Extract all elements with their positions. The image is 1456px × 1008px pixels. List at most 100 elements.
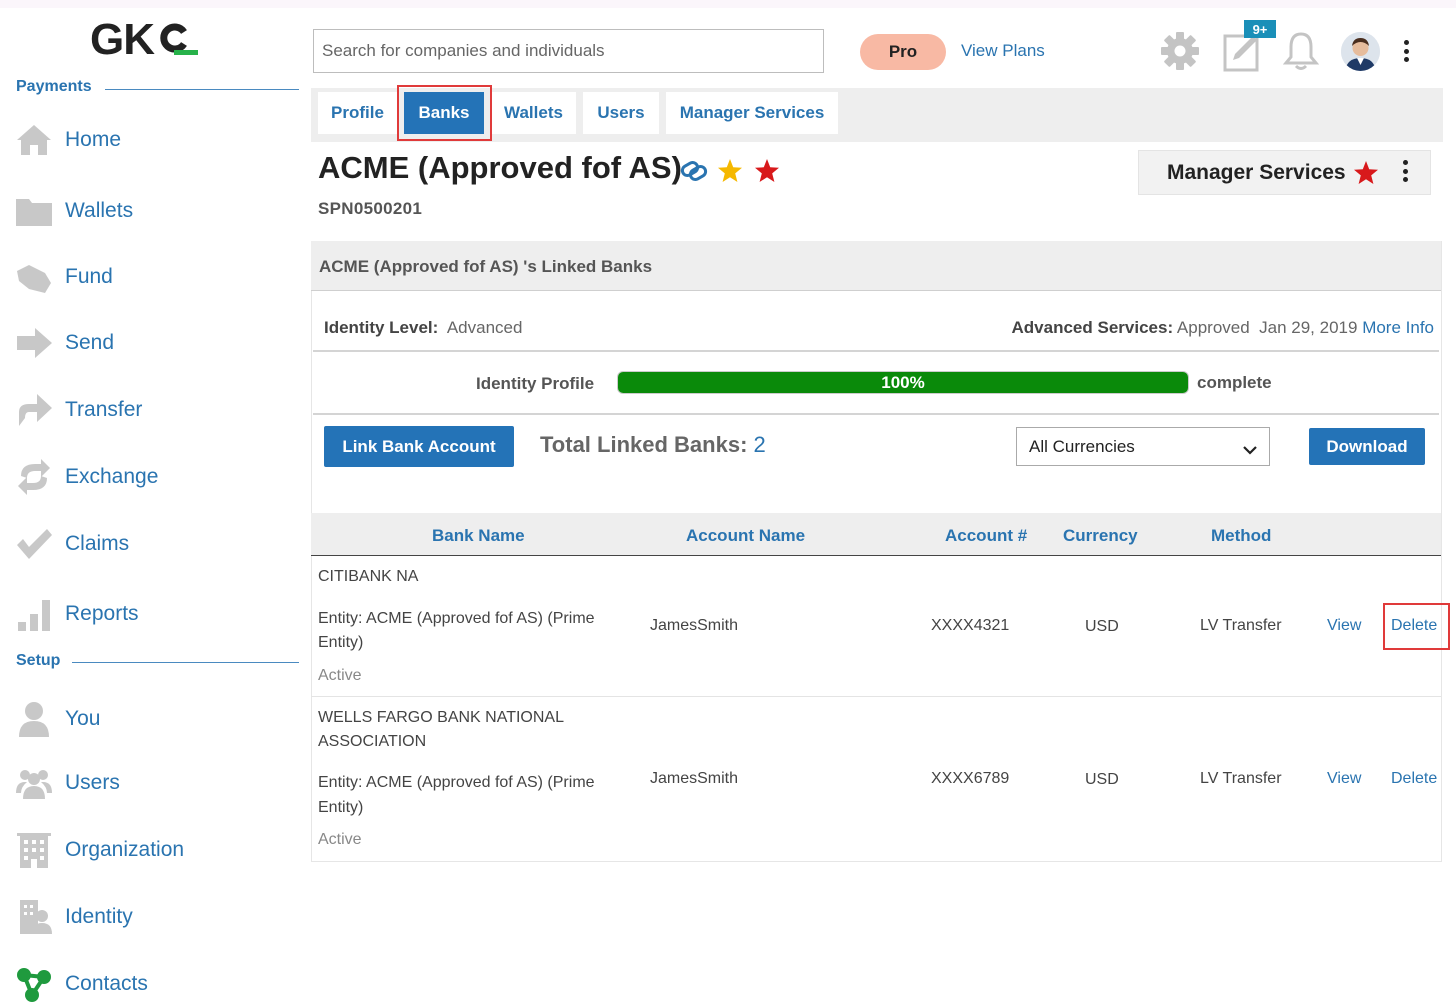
tab-profile[interactable]: Profile bbox=[318, 92, 397, 134]
total-linked-value: 2 bbox=[753, 432, 766, 457]
user-icon bbox=[14, 699, 54, 739]
tab-wallets[interactable]: Wallets bbox=[491, 92, 576, 134]
sidebar-item-label: Exchange bbox=[65, 465, 159, 488]
sidebar-item-label: Organization bbox=[65, 838, 185, 861]
sidebar-item-users[interactable]: Users bbox=[14, 760, 299, 806]
section-divider bbox=[105, 89, 299, 90]
column-header-currency[interactable]: Currency bbox=[1063, 526, 1138, 546]
link-bank-account-button[interactable]: Link Bank Account bbox=[324, 426, 514, 467]
entity-line: Entity: ACME (Approved fof AS) (Prime bbox=[318, 610, 595, 627]
tab-manager-services[interactable]: Manager Services bbox=[666, 92, 838, 134]
bell-icon[interactable] bbox=[1281, 30, 1321, 72]
identity-level: Identity Level: Advanced bbox=[324, 318, 522, 338]
more-info-link[interactable]: More Info bbox=[1362, 318, 1434, 337]
entity-line: Entity) bbox=[318, 634, 364, 651]
checkmark-icon bbox=[14, 524, 54, 564]
bank-name: CITIBANK NA bbox=[318, 568, 419, 585]
sidebar-item-label: Reports bbox=[65, 602, 139, 625]
sidebar-item-organization[interactable]: Organization bbox=[14, 827, 299, 873]
notification-count-badge: 9+ bbox=[1244, 20, 1276, 38]
sidebar-item-wallets[interactable]: Wallets bbox=[14, 188, 299, 234]
avatar[interactable] bbox=[1341, 32, 1380, 71]
currency-filter-select[interactable]: All Currencies bbox=[1016, 427, 1270, 466]
top-strip bbox=[0, 0, 1456, 8]
home-icon bbox=[14, 120, 54, 160]
manager-services-label: Manager Services bbox=[1167, 160, 1346, 184]
currency: USD bbox=[1085, 618, 1119, 635]
download-button[interactable]: Download bbox=[1309, 428, 1425, 465]
exchange-icon bbox=[14, 457, 54, 497]
identity-icon bbox=[14, 897, 54, 937]
bar-chart-icon bbox=[14, 594, 54, 634]
arrow-right-icon bbox=[14, 323, 54, 363]
linked-banks-title: ACME (Approved fof AS) 's Linked Banks bbox=[319, 257, 653, 276]
manager-services-more-menu[interactable] bbox=[1402, 160, 1408, 182]
entity-line: Entity) bbox=[318, 799, 364, 816]
folder-icon bbox=[14, 191, 54, 231]
divider bbox=[313, 350, 1439, 352]
column-header-account-name[interactable]: Account Name bbox=[686, 526, 805, 546]
progress-suffix: complete bbox=[1197, 373, 1272, 392]
bank-name: ASSOCIATION bbox=[318, 733, 427, 750]
status-text: Active bbox=[318, 667, 362, 684]
sidebar-item-contacts[interactable]: Contacts bbox=[14, 961, 299, 1007]
section-label-payments: Payments bbox=[16, 78, 92, 95]
total-linked-label: Total Linked Banks: bbox=[540, 432, 748, 457]
sidebar-item-label: You bbox=[65, 707, 101, 730]
column-header-bank-name[interactable]: Bank Name bbox=[432, 526, 525, 546]
advanced-services-label: Advanced Services: bbox=[1011, 318, 1174, 337]
tab-users[interactable]: Users bbox=[583, 92, 659, 134]
sidebar-item-send[interactable]: Send bbox=[14, 320, 299, 366]
linked-banks-header: ACME (Approved fof AS) 's Linked Banks bbox=[311, 241, 1441, 291]
sidebar-item-reports[interactable]: Reports bbox=[14, 591, 299, 637]
sidebar-item-label: Send bbox=[65, 331, 115, 354]
sidebar-item-transfer[interactable]: Transfer bbox=[14, 387, 299, 433]
column-header-account-number[interactable]: Account # bbox=[945, 526, 1027, 546]
delete-link[interactable]: Delete bbox=[1391, 614, 1437, 638]
header-more-menu[interactable] bbox=[1403, 40, 1409, 62]
bank-name: WELLS FARGO BANK NATIONAL bbox=[318, 709, 564, 726]
currency: USD bbox=[1085, 771, 1119, 788]
identity-profile-label: Identity Profile bbox=[476, 374, 595, 393]
column-header-method[interactable]: Method bbox=[1211, 526, 1271, 546]
tab-banks[interactable]: Banks bbox=[404, 92, 484, 134]
account-number: XXXX6789 bbox=[931, 770, 1010, 787]
svg-text:GK: GK bbox=[90, 15, 155, 60]
sidebar-item-exchange[interactable]: Exchange bbox=[14, 454, 299, 500]
status-text: Active bbox=[318, 831, 362, 848]
progress-fill: 100% bbox=[618, 372, 1188, 393]
manager-services-box[interactable]: Manager Services bbox=[1138, 150, 1431, 195]
plan-badge[interactable]: Pro bbox=[860, 34, 946, 70]
gold-star-icon[interactable] bbox=[716, 157, 744, 185]
sidebar-item-claims[interactable]: Claims bbox=[14, 521, 299, 567]
red-star-icon[interactable] bbox=[753, 157, 781, 185]
search-input[interactable] bbox=[313, 29, 824, 73]
sidebar-item-you[interactable]: You bbox=[14, 696, 299, 742]
progress-percent: 100% bbox=[881, 372, 925, 392]
gkc-logo[interactable]: GK bbox=[90, 14, 202, 64]
link-chain-icon[interactable] bbox=[679, 158, 709, 184]
sidebar-item-label: Wallets bbox=[65, 199, 134, 222]
view-link[interactable]: View bbox=[1327, 767, 1361, 791]
gear-icon[interactable] bbox=[1159, 30, 1201, 72]
view-link[interactable]: View bbox=[1327, 614, 1361, 638]
method: LV Transfer bbox=[1200, 617, 1282, 634]
advanced-services: Advanced Services: Approved Jan 29, 2019… bbox=[1012, 318, 1434, 338]
view-plans-link[interactable]: View Plans bbox=[961, 41, 1045, 61]
section-divider bbox=[72, 662, 299, 663]
sidebar-item-fund[interactable]: Fund bbox=[14, 254, 299, 300]
delete-link[interactable]: Delete bbox=[1391, 767, 1437, 791]
total-linked-banks: Total Linked Banks: 2 bbox=[540, 432, 766, 458]
users-icon bbox=[14, 763, 54, 803]
sidebar-item-label: Users bbox=[65, 771, 120, 794]
method: LV Transfer bbox=[1200, 770, 1282, 787]
sidebar-item-identity[interactable]: Identity bbox=[14, 894, 299, 940]
account-name: JamesSmith bbox=[650, 617, 739, 634]
sidebar-item-label: Claims bbox=[65, 532, 130, 555]
advanced-services-status: Approved bbox=[1176, 318, 1250, 337]
sidebar-item-label: Transfer bbox=[65, 398, 143, 421]
sidebar-item-home[interactable]: Home bbox=[14, 117, 299, 163]
contacts-network-icon bbox=[14, 964, 54, 1004]
chevron-down-icon bbox=[1243, 440, 1257, 460]
currency-filter-value: All Currencies bbox=[1029, 436, 1135, 456]
